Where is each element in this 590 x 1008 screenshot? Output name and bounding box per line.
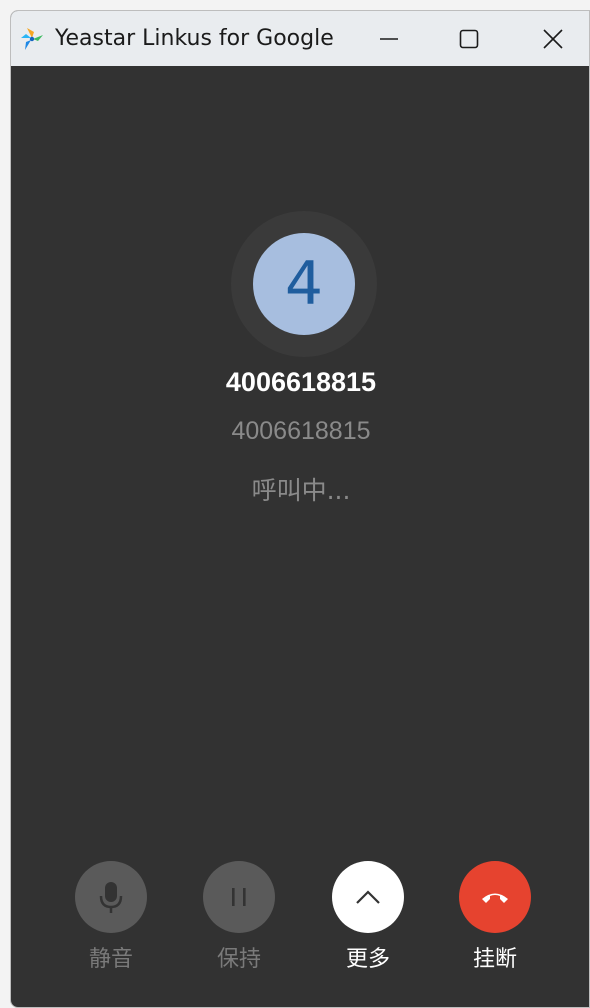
mute-action[interactable]: 静音 bbox=[66, 861, 156, 973]
pause-icon bbox=[232, 888, 246, 906]
maximize-button[interactable] bbox=[439, 11, 499, 66]
hangup-phone-icon bbox=[482, 893, 508, 903]
contact-avatar: 4 bbox=[253, 233, 355, 335]
caller-number: 4006618815 bbox=[231, 417, 371, 445]
caller-name: 4006618815 bbox=[225, 367, 377, 397]
more-button[interactable] bbox=[332, 861, 404, 933]
more-action[interactable]: 更多 bbox=[323, 861, 413, 973]
hold-label: 保持 bbox=[216, 947, 261, 972]
hangup-label: 挂断 bbox=[472, 947, 517, 972]
hangup-action[interactable]: 挂断 bbox=[450, 861, 540, 973]
microphone-icon bbox=[99, 882, 123, 913]
minimize-button[interactable] bbox=[359, 11, 419, 66]
minimize-icon bbox=[380, 37, 398, 40]
mute-button[interactable] bbox=[75, 861, 147, 933]
chevron-up-icon bbox=[356, 890, 380, 904]
window-title: Yeastar Linkus for Google bbox=[55, 26, 334, 51]
contact-avatar-ring: 4 bbox=[231, 211, 377, 357]
maximize-icon bbox=[459, 29, 479, 48]
mute-label: 静音 bbox=[88, 947, 133, 972]
call-window: Yeastar Linkus for Google 4 4006618815 4… bbox=[10, 10, 590, 1008]
close-button[interactable] bbox=[523, 11, 583, 66]
hangup-button[interactable] bbox=[459, 861, 531, 933]
hold-action[interactable]: 保持 bbox=[194, 861, 284, 973]
title-bar[interactable]: Yeastar Linkus for Google bbox=[11, 11, 589, 66]
more-label: 更多 bbox=[345, 947, 390, 972]
close-icon bbox=[543, 28, 563, 49]
call-status: 呼叫中... bbox=[251, 476, 351, 505]
app-logo-icon bbox=[19, 26, 45, 52]
hold-button[interactable] bbox=[203, 861, 275, 933]
